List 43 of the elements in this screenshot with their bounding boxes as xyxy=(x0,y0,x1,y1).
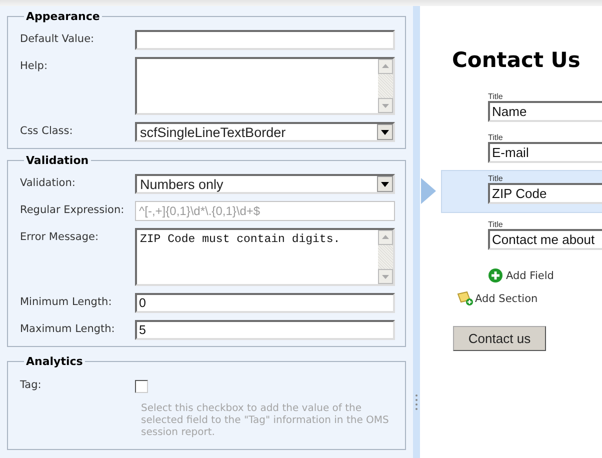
add-field-link[interactable]: Add Field xyxy=(506,270,554,282)
scroll-down-icon[interactable] xyxy=(378,98,393,113)
scrollbar[interactable] xyxy=(378,230,393,284)
help-text: Select this checkbox to add the value of the selected field to the "Tag" information in the OMS session report. xyxy=(141,403,390,439)
note-add-icon[interactable] xyxy=(457,291,474,306)
checkbox[interactable] xyxy=(135,380,148,393)
scrollbar[interactable] xyxy=(378,59,393,113)
pointer-icon xyxy=(421,178,436,204)
field-title: Title xyxy=(488,92,504,101)
field-title: Title xyxy=(488,133,504,142)
scroll-up-icon[interactable] xyxy=(378,230,393,245)
field-label: Tag: xyxy=(20,378,42,391)
field-title: Title xyxy=(488,174,504,183)
scroll-down-icon[interactable] xyxy=(378,269,393,284)
field-label: Minimum Length: xyxy=(20,295,113,308)
add-section-link[interactable]: Add Section xyxy=(475,292,538,304)
text-field[interactable]: E-mail xyxy=(488,142,602,163)
field-label: Regular Expression: xyxy=(20,203,126,216)
text-field[interactable] xyxy=(135,30,395,50)
field-title: Title xyxy=(488,220,504,229)
text-field[interactable]: 5 xyxy=(135,320,395,340)
section-title: Validation xyxy=(25,154,90,167)
text-area[interactable]: ZIP Code must contain digits. xyxy=(135,228,395,286)
field-label: Maximum Length: xyxy=(20,322,116,335)
field-label: Validation: xyxy=(20,176,76,189)
field-label: Css Class: xyxy=(20,124,74,137)
text-field[interactable]: ZIP Code xyxy=(488,183,602,204)
field-label: Default Value: xyxy=(20,32,96,45)
dropdown[interactable]: Numbers only xyxy=(135,174,395,194)
field-label: Error Message: xyxy=(20,230,100,243)
field-label: Help: xyxy=(20,59,48,72)
section-title: Analytics xyxy=(25,355,84,368)
section-title: Appearance xyxy=(25,10,101,23)
dropdown[interactable]: scfSingleLineTextBorder xyxy=(135,122,395,142)
scroll-up-icon[interactable] xyxy=(378,59,393,74)
add-icon[interactable] xyxy=(488,268,503,283)
text-field[interactable]: Contact me about xyxy=(488,229,602,250)
text-field[interactable]: Name xyxy=(488,101,602,122)
contact-us-button[interactable]: Contact us xyxy=(453,326,546,351)
text-area[interactable] xyxy=(135,57,395,115)
splitter-grip-icon[interactable] xyxy=(415,394,418,410)
form-title: Contact Us xyxy=(452,48,582,72)
text-field[interactable]: 0 xyxy=(135,293,395,313)
